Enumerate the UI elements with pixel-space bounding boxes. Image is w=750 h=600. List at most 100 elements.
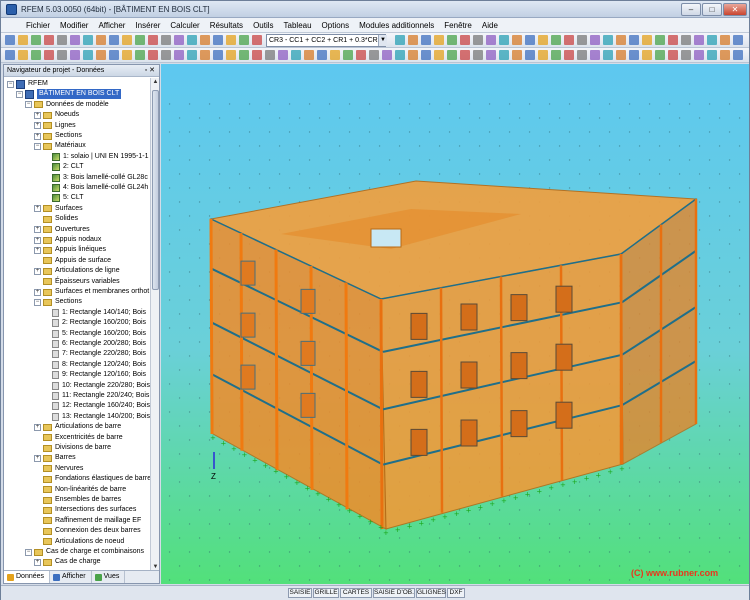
toolbar-tool-icon[interactable] — [603, 35, 613, 45]
tree-item[interactable]: + Articulations de ligne — [34, 266, 120, 276]
toolbar-tool-icon[interactable] — [642, 35, 652, 45]
expand-icon[interactable]: + — [34, 205, 41, 213]
toolbar-tool-icon[interactable] — [252, 50, 262, 60]
tree-item[interactable]: − Matériaux — [34, 141, 86, 151]
menu-outils[interactable]: Outils — [248, 21, 278, 30]
tree-item[interactable]: Ensembles de barres — [34, 495, 121, 505]
maximize-button[interactable]: □ — [702, 3, 722, 16]
tree-item[interactable]: Appuis de surface — [34, 256, 111, 266]
scroll-up-icon[interactable]: ▲ — [151, 78, 160, 87]
toolbar-tool-icon[interactable] — [382, 50, 392, 60]
tree-item[interactable]: Fondations élastiques de barre — [34, 474, 150, 484]
status-toggle-grille[interactable]: GRILLE — [313, 588, 339, 598]
toolbar-tool-icon[interactable] — [707, 35, 717, 45]
expand-icon[interactable]: + — [34, 454, 41, 462]
status-toggle-cartes[interactable]: CARTES — [340, 588, 372, 598]
status-toggle-glignes[interactable]: GLIGNES — [416, 588, 446, 598]
nav-tab-vues[interactable]: Vues — [92, 571, 126, 583]
load-combination-select[interactable]: CR3 - CC1 + CC2 + CR1 + 0.3*CR2 — [266, 34, 386, 47]
toolbar-tool-icon[interactable] — [356, 50, 366, 60]
toolbar-tool-icon[interactable] — [603, 50, 613, 60]
toolbar-tool-icon[interactable] — [733, 35, 743, 45]
toolbar-tool-icon[interactable] — [96, 50, 106, 60]
toolbar-tool-icon[interactable] — [18, 50, 28, 60]
collapse-icon[interactable]: − — [25, 548, 32, 556]
toolbar-tool-icon[interactable] — [70, 35, 80, 45]
tree-item[interactable]: 1: solaio | UNI EN 1995-1-1 — [43, 152, 148, 162]
toolbar-tool-icon[interactable] — [564, 35, 574, 45]
collapse-icon[interactable]: − — [34, 142, 41, 150]
toolbar-tool-icon[interactable] — [174, 35, 184, 45]
tree-item[interactable]: 8: Rectangle 120/240; Bois — [43, 360, 146, 370]
tree-item[interactable]: 10: Rectangle 220/280; Bois — [43, 381, 150, 391]
toolbar-tool-icon[interactable] — [135, 50, 145, 60]
toolbar-tool-icon[interactable] — [213, 50, 223, 60]
tree-item[interactable]: − Sections — [34, 297, 82, 307]
nav-tab-donnees[interactable]: Données — [4, 571, 51, 583]
tree-item[interactable]: Articulations de noeud — [34, 537, 124, 547]
menu-tableau[interactable]: Tableau — [279, 21, 317, 30]
minimize-button[interactable]: – — [681, 3, 701, 16]
toolbar-tool-icon[interactable] — [694, 35, 704, 45]
model-3d-viewport[interactable]: + + + + + + + + + + + + + + + + + + + + + + + + + + + + + + + + + + + + + + Z — [161, 64, 749, 584]
tree-item[interactable]: Connexion des deux barres — [34, 526, 141, 536]
expand-icon[interactable]: + — [34, 111, 41, 119]
menu-fenetre[interactable]: Fenêtre — [439, 21, 477, 30]
collapse-icon[interactable]: − — [25, 101, 32, 109]
toolbar-tool-icon[interactable] — [499, 35, 509, 45]
toolbar-tool-icon[interactable] — [629, 35, 639, 45]
toolbar-tool-icon[interactable] — [577, 35, 587, 45]
menu-modifier[interactable]: Modifier — [55, 21, 93, 30]
toolbar-tool-icon[interactable] — [304, 50, 314, 60]
toolbar-tool-icon[interactable] — [135, 35, 145, 45]
toolbar-tool-icon[interactable] — [70, 50, 80, 60]
expand-icon[interactable]: + — [34, 236, 41, 244]
toolbar-tool-icon[interactable] — [330, 50, 340, 60]
toolbar-tool-icon[interactable] — [239, 35, 249, 45]
toolbar-tool-icon[interactable] — [83, 35, 93, 45]
tree-item[interactable]: − RFEM — [7, 79, 48, 89]
tree-item[interactable]: Excentricités de barre — [34, 433, 123, 443]
toolbar-tool-icon[interactable] — [109, 50, 119, 60]
toolbar-tool-icon[interactable] — [122, 35, 132, 45]
toolbar-tool-icon[interactable] — [447, 35, 457, 45]
expand-icon[interactable]: + — [34, 558, 41, 566]
toolbar-tool-icon[interactable] — [96, 35, 106, 45]
expand-icon[interactable]: + — [34, 226, 41, 234]
menu-options[interactable]: Options — [317, 21, 355, 30]
tree-item[interactable]: Intersections des surfaces — [34, 505, 136, 515]
expand-icon[interactable]: + — [34, 423, 41, 431]
toolbar-tool-icon[interactable] — [668, 50, 678, 60]
tree-item[interactable]: + Sections — [34, 131, 82, 141]
pin-close-icon[interactable]: ▫ ✕ — [145, 65, 155, 77]
toolbar-tool-icon[interactable] — [44, 35, 54, 45]
scrollbar-thumb[interactable] — [152, 90, 159, 290]
expand-icon[interactable]: + — [34, 267, 41, 275]
toolbar-tool-icon[interactable] — [421, 50, 431, 60]
title-bar[interactable]: RFEM 5.03.0050 (64bit) - [BÂTIMENT EN BO… — [1, 1, 749, 18]
toolbar-tool-icon[interactable] — [31, 50, 41, 60]
tree-item[interactable]: Solides — [34, 214, 78, 224]
toolbar-tool-icon[interactable] — [720, 50, 730, 60]
tree-item[interactable]: 12: Rectangle 160/240; Bois — [43, 401, 150, 411]
tree-item[interactable]: 9: Rectangle 120/160; Bois — [43, 370, 146, 380]
tree-item[interactable]: + Surfaces — [34, 204, 83, 214]
toolbar-tool-icon[interactable] — [213, 35, 223, 45]
toolbar-tool-icon[interactable] — [551, 35, 561, 45]
toolbar-tool-icon[interactable] — [473, 50, 483, 60]
chevron-down-icon[interactable]: ▼ — [378, 35, 387, 46]
toolbar-tool-icon[interactable] — [408, 50, 418, 60]
toolbar-tool-icon[interactable] — [200, 35, 210, 45]
toolbar-tool-icon[interactable] — [538, 35, 548, 45]
toolbar-tool-icon[interactable] — [343, 50, 353, 60]
toolbar-tool-icon[interactable] — [161, 50, 171, 60]
status-toggle-saisiedob[interactable]: SAISIE D'OB. — [373, 588, 415, 598]
toolbar-tool-icon[interactable] — [616, 50, 626, 60]
tree-item[interactable]: 7: Rectangle 220/280; Bois — [43, 349, 146, 359]
toolbar-tool-icon[interactable] — [395, 35, 405, 45]
toolbar-tool-icon[interactable] — [538, 50, 548, 60]
toolbar-tool-icon[interactable] — [239, 50, 249, 60]
toolbar-tool-icon[interactable] — [551, 50, 561, 60]
toolbar-tool-icon[interactable] — [18, 35, 28, 45]
menu-resultats[interactable]: Résultats — [205, 21, 248, 30]
